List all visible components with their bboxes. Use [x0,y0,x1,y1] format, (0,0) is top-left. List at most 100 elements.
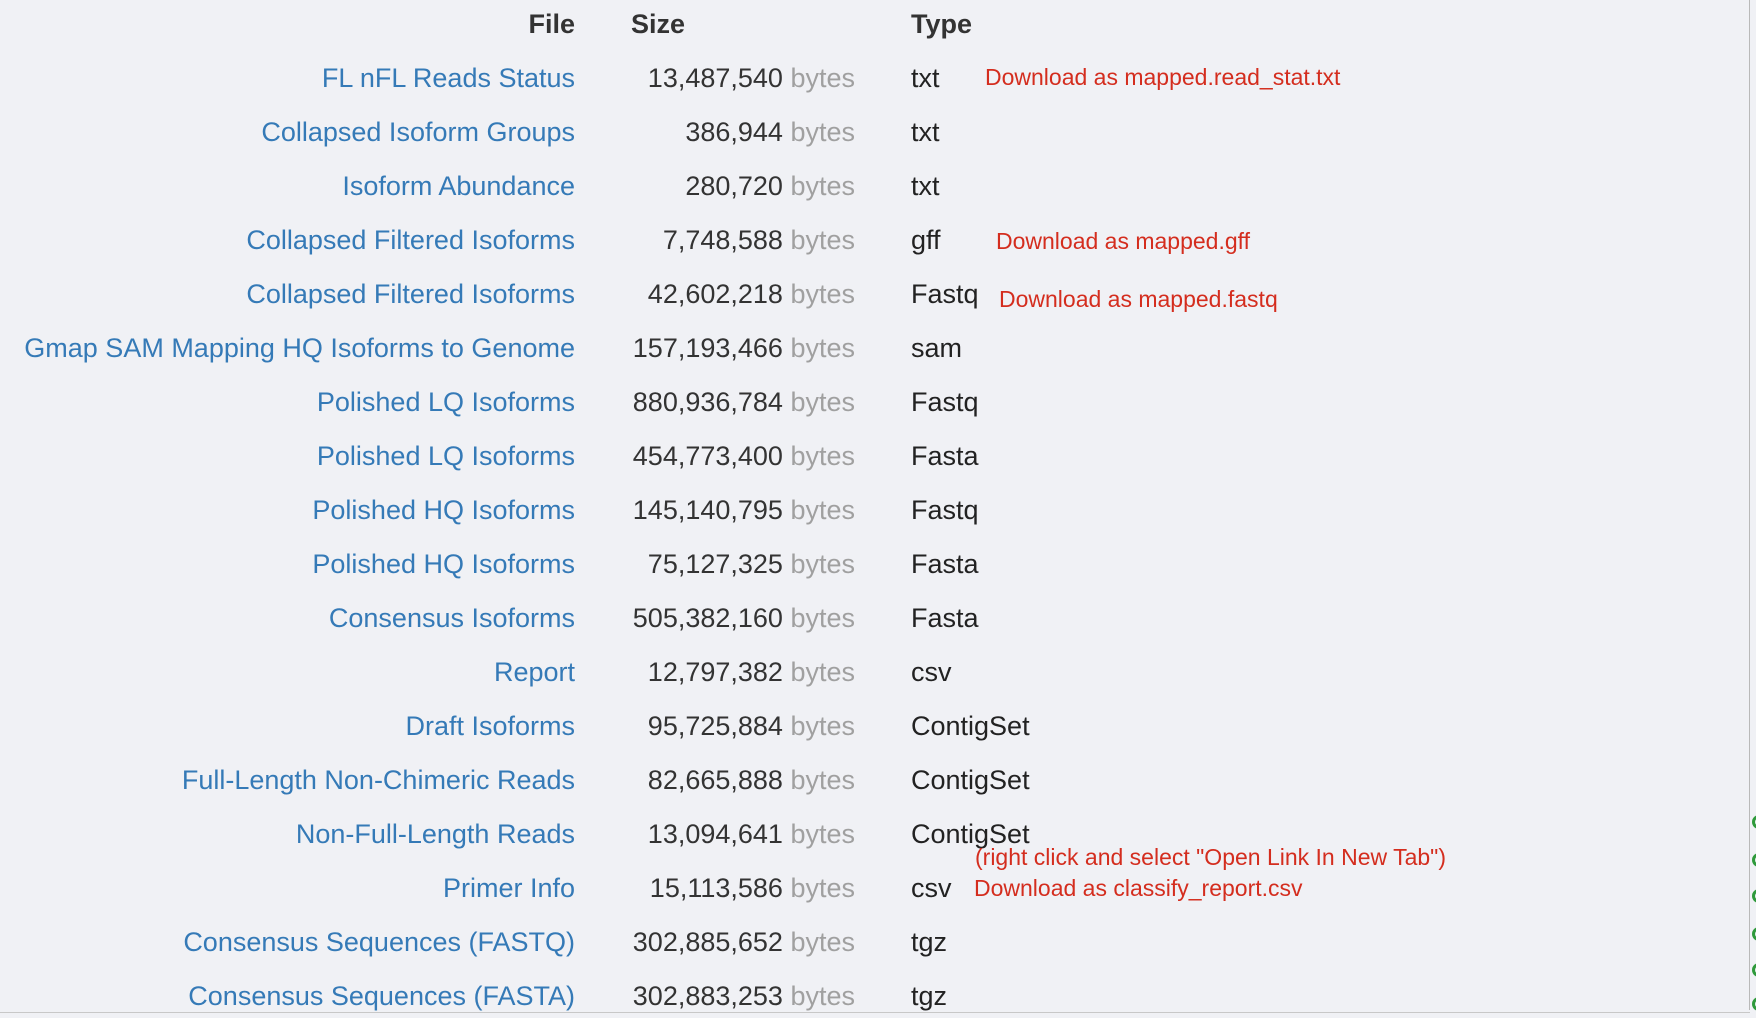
table-row: Isoform Abundance 280,720 bytes txt [0,159,1756,213]
file-size: 7,748,588 bytes [663,213,855,267]
file-type: csv [911,873,952,903]
file-type: Fasta [911,441,979,471]
file-size: 15,113,586 bytes [650,861,855,915]
file-size-unit: bytes [790,765,855,795]
file-size: 75,127,325 bytes [648,537,855,591]
file-size-value: 7,748,588 [662,225,783,255]
file-size: 95,725,884 bytes [648,699,855,753]
file-size-value: 15,113,586 [649,873,783,903]
table-row: Report 12,797,382 bytes csv [0,645,1756,699]
file-size: 302,885,652 bytes [633,915,855,969]
file-type: txt [911,117,940,147]
file-link[interactable]: Draft Isoforms [405,699,575,753]
table-row: FL nFL Reads Status 13,487,540 bytes txt Do… [0,51,1756,105]
file-size-unit: bytes [790,873,855,903]
table-row: Gmap SAM Mapping HQ Isoforms to Genome 15… [0,321,1756,375]
table-row: Non-Full-Length Reads 13,094,641 bytes Con… [0,807,1756,861]
table-row: Polished HQ Isoforms 75,127,325 bytes Fast… [0,537,1756,591]
file-link[interactable]: Gmap SAM Mapping HQ Isoforms to Genome [24,321,575,375]
file-link[interactable]: Collapsed Isoform Groups [261,105,575,159]
file-type: gff [911,225,941,255]
file-size-unit: bytes [790,279,855,309]
file-type: txt [911,63,940,93]
file-link[interactable]: Polished LQ Isoforms [317,429,575,483]
edge-icon [1749,960,1756,982]
file-link[interactable]: Polished HQ Isoforms [312,483,575,537]
file-type: sam [911,333,963,363]
file-size-value: 157,193,466 [632,333,783,363]
file-size: 302,883,253 bytes [633,969,855,1018]
file-link[interactable]: FL nFL Reads Status [322,51,575,105]
file-size-unit: bytes [790,63,855,93]
file-size-value: 13,094,641 [647,819,783,849]
file-size-value: 454,773,400 [632,441,783,471]
table-row: Full-Length Non-Chimeric Reads 82,665,888… [0,753,1756,807]
file-size-value: 386,944 [685,117,783,147]
file-size: 13,487,540 bytes [648,51,855,105]
file-size: 280,720 bytes [685,159,855,213]
file-type: Fasta [911,549,979,579]
file-size-value: 95,725,884 [647,711,783,741]
file-type: Fastq [911,279,979,309]
table-row: Collapsed Filtered Isoforms 42,602,218 by… [0,267,1756,321]
table-row: Primer Info 15,113,586 bytes csv Download a… [0,861,1756,915]
file-link[interactable]: Consensus Isoforms [329,591,575,645]
file-size: 12,797,382 bytes [648,645,855,699]
edge-icon [1749,994,1756,1016]
file-type: ContigSet [911,711,1030,741]
table-row: Polished LQ Isoforms 880,936,784 bytes Fas… [0,375,1756,429]
file-size-value: 12,797,382 [647,657,783,687]
column-header-file: File [528,9,575,39]
column-header-type: Type [911,9,973,39]
table-row: Polished LQ Isoforms 454,773,400 bytes Fas… [0,429,1756,483]
file-size-unit: bytes [790,171,855,201]
file-size: 82,665,888 bytes [648,753,855,807]
download-note: Download as classify_report.csv [974,875,1303,901]
file-size: 13,094,641 bytes [648,807,855,861]
file-size: 145,140,795 bytes [633,483,855,537]
file-size: 42,602,218 bytes [648,267,855,321]
file-size-unit: bytes [790,981,855,1011]
file-size: 880,936,784 bytes [633,375,855,429]
file-size-unit: bytes [790,387,855,417]
file-size: 505,382,160 bytes [633,591,855,645]
file-link[interactable]: Full-Length Non-Chimeric Reads [182,753,575,807]
download-note: Download as mapped.fastq [999,286,1278,312]
table-row: Collapsed Isoform Groups 386,944 bytes txt [0,105,1756,159]
file-size-value: 505,382,160 [632,603,783,633]
edge-icon [1749,924,1756,946]
file-size-unit: bytes [790,711,855,741]
download-note: Download as mapped.gff [996,228,1251,254]
edge-icon [1749,886,1756,908]
file-link[interactable]: Isoform Abundance [342,159,575,213]
file-type: Fastq [911,495,979,525]
file-link[interactable]: Consensus Sequences (FASTA) [188,969,575,1018]
column-header-size: Size [631,9,686,39]
file-size-unit: bytes [790,927,855,957]
file-size: 386,944 bytes [685,105,855,159]
file-size-value: 280,720 [685,171,783,201]
file-size-unit: bytes [790,549,855,579]
edge-icon [1749,812,1756,834]
table-row: Consensus Sequences (FASTA) 302,883,253 b… [0,969,1756,1018]
file-link[interactable]: Polished HQ Isoforms [312,537,575,591]
file-size-unit: bytes [790,495,855,525]
file-link[interactable]: Non-Full-Length Reads [296,807,575,861]
file-link[interactable]: Report [494,645,575,699]
file-size-unit: bytes [790,333,855,363]
file-link[interactable]: Collapsed Filtered Isoforms [246,267,575,321]
file-size-value: 145,140,795 [632,495,783,525]
edge-icon [1749,850,1756,872]
file-link[interactable]: Polished LQ Isoforms [317,375,575,429]
file-link[interactable]: Primer Info [443,861,575,915]
file-type: txt [911,171,940,201]
window-bottom-border [0,1012,1750,1013]
file-size-value: 42,602,218 [647,279,783,309]
file-size: 454,773,400 bytes [633,429,855,483]
file-size-unit: bytes [790,117,855,147]
file-link[interactable]: Consensus Sequences (FASTQ) [183,915,575,969]
file-link[interactable]: Collapsed Filtered Isoforms [246,213,575,267]
file-type: Fasta [911,603,979,633]
file-size-value: 13,487,540 [647,63,783,93]
file-size-value: 302,883,253 [632,981,783,1011]
